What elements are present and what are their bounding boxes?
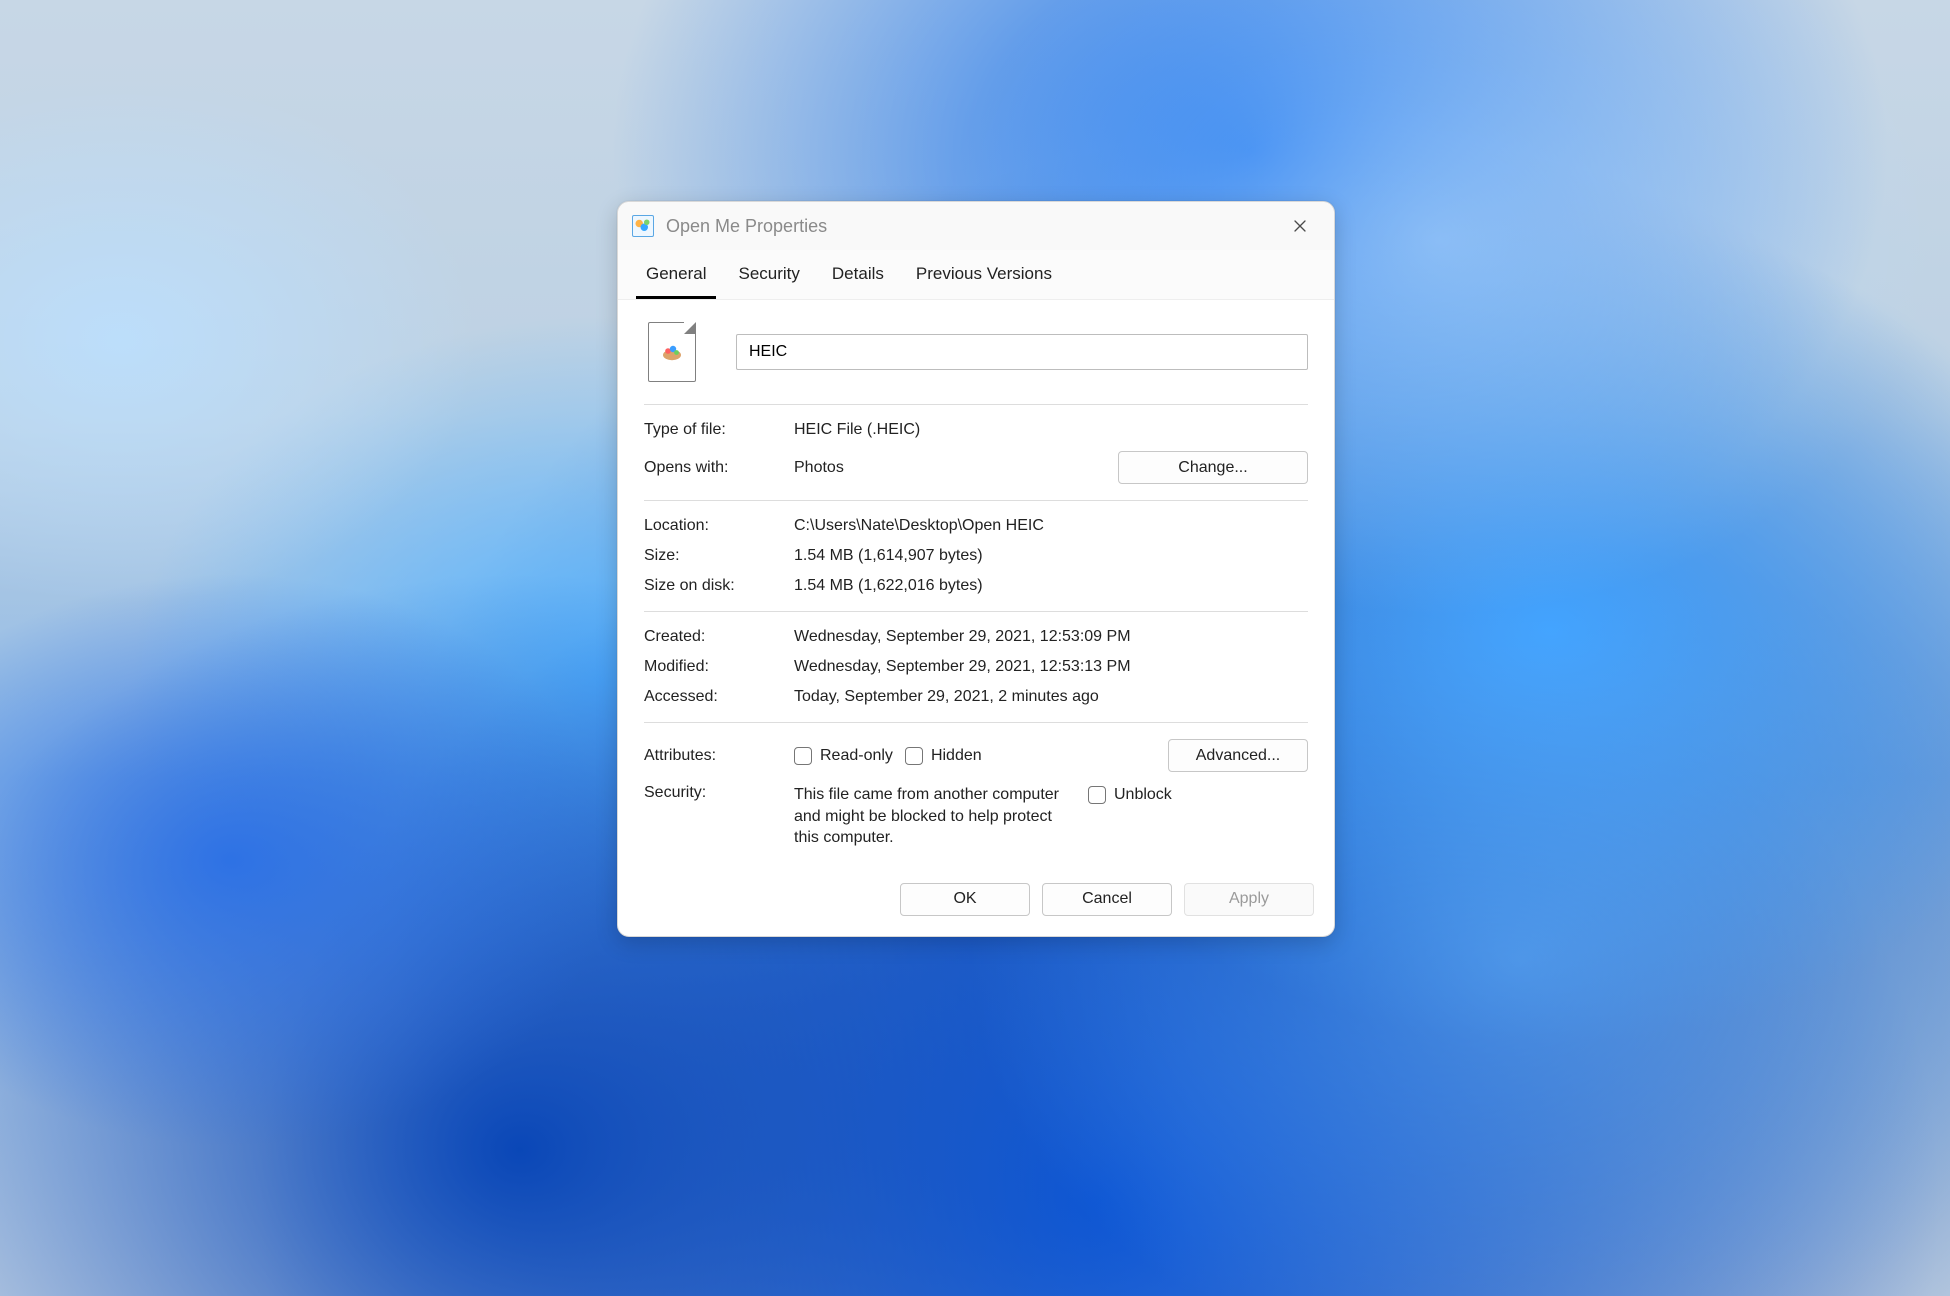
apply-button[interactable]: Apply bbox=[1184, 883, 1314, 916]
checkbox-box-icon bbox=[1088, 786, 1106, 804]
label-created: Created: bbox=[644, 628, 784, 646]
value-created: Wednesday, September 29, 2021, 12:53:09 … bbox=[794, 628, 1308, 646]
value-opens-with: Photos bbox=[794, 459, 844, 477]
dialog-footer: OK Cancel Apply bbox=[618, 869, 1334, 936]
checkbox-hidden-label: Hidden bbox=[931, 747, 982, 765]
change-button[interactable]: Change... bbox=[1118, 451, 1308, 484]
checkbox-read-only-label: Read-only bbox=[820, 747, 893, 765]
tab-general[interactable]: General bbox=[636, 254, 716, 299]
tab-strip: General Security Details Previous Versio… bbox=[618, 250, 1334, 300]
divider bbox=[644, 500, 1308, 501]
value-accessed: Today, September 29, 2021, 2 minutes ago bbox=[794, 688, 1308, 706]
ok-button[interactable]: OK bbox=[900, 883, 1030, 916]
label-accessed: Accessed: bbox=[644, 688, 784, 706]
value-location: C:\Users\Nate\Desktop\Open HEIC bbox=[794, 517, 1308, 535]
value-modified: Wednesday, September 29, 2021, 12:53:13 … bbox=[794, 658, 1308, 676]
label-size: Size: bbox=[644, 547, 784, 565]
tab-security[interactable]: Security bbox=[728, 254, 809, 299]
checkbox-read-only[interactable]: Read-only bbox=[794, 747, 893, 765]
label-location: Location: bbox=[644, 517, 784, 535]
divider bbox=[644, 722, 1308, 723]
cancel-button[interactable]: Cancel bbox=[1042, 883, 1172, 916]
window-title: Open Me Properties bbox=[666, 216, 1278, 237]
file-thumbnail-icon bbox=[648, 322, 696, 382]
checkbox-unblock-label: Unblock bbox=[1114, 786, 1172, 804]
properties-dialog: Open Me Properties General Security Deta… bbox=[617, 201, 1335, 937]
label-size-on-disk: Size on disk: bbox=[644, 577, 784, 595]
close-button[interactable] bbox=[1278, 209, 1322, 243]
divider bbox=[644, 404, 1308, 405]
titlebar[interactable]: Open Me Properties bbox=[618, 202, 1334, 250]
label-modified: Modified: bbox=[644, 658, 784, 676]
file-header bbox=[644, 318, 1308, 394]
label-opens-with: Opens with: bbox=[644, 459, 784, 477]
checkbox-hidden[interactable]: Hidden bbox=[905, 747, 982, 765]
divider bbox=[644, 611, 1308, 612]
value-size-on-disk: 1.54 MB (1,622,016 bytes) bbox=[794, 577, 1308, 595]
value-type-of-file: HEIC File (.HEIC) bbox=[794, 421, 1308, 439]
checkbox-box-icon bbox=[794, 747, 812, 765]
app-icon bbox=[632, 215, 654, 237]
label-type-of-file: Type of file: bbox=[644, 421, 784, 439]
checkbox-unblock[interactable]: Unblock bbox=[1088, 786, 1172, 804]
security-notice: This file came from another computer and… bbox=[794, 784, 1074, 849]
tab-details[interactable]: Details bbox=[822, 254, 894, 299]
tab-previous-versions[interactable]: Previous Versions bbox=[906, 254, 1062, 299]
checkbox-box-icon bbox=[905, 747, 923, 765]
value-size: 1.54 MB (1,614,907 bytes) bbox=[794, 547, 1308, 565]
filename-input[interactable] bbox=[736, 334, 1308, 370]
general-sheet: Type of file: HEIC File (.HEIC) Opens wi… bbox=[618, 300, 1334, 869]
label-attributes: Attributes: bbox=[644, 747, 784, 765]
label-security: Security: bbox=[644, 784, 784, 802]
advanced-button[interactable]: Advanced... bbox=[1168, 739, 1308, 772]
